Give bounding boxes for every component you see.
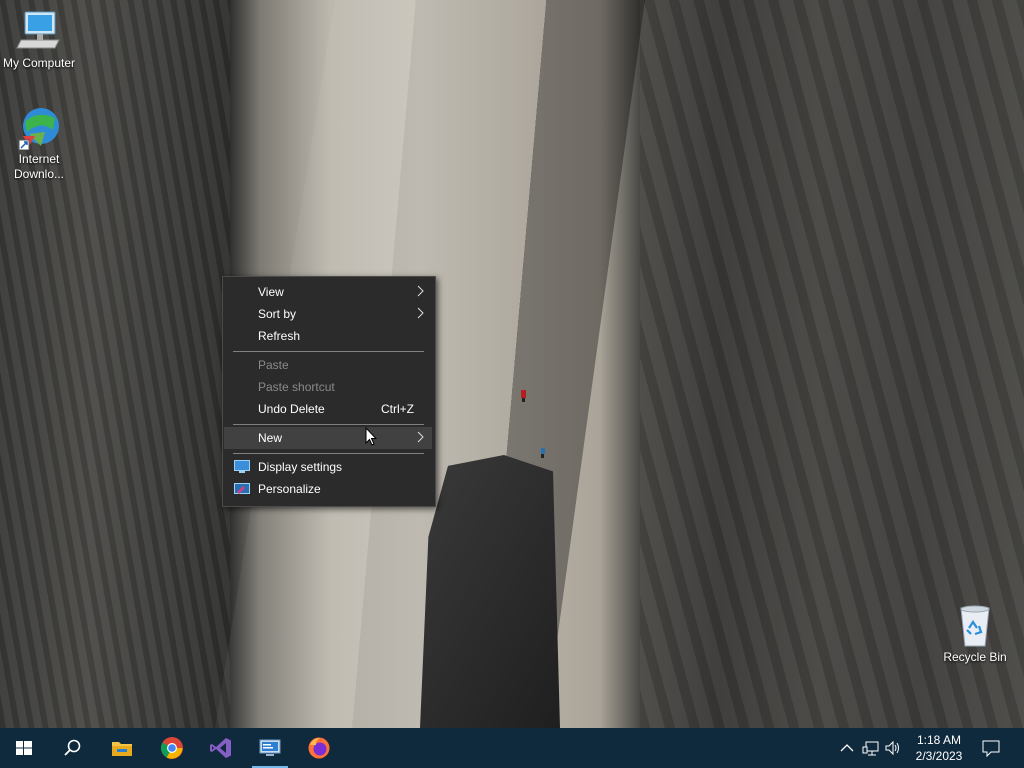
chrome-icon: [161, 737, 183, 759]
volume-icon[interactable]: [884, 738, 902, 758]
desktop-icon-label: My Computer: [2, 56, 76, 70]
chevron-right-icon: [417, 285, 424, 297]
wallpaper-climber: [521, 390, 526, 402]
desktop-context-menu: View Sort by Refresh Paste Paste shortcu…: [222, 276, 436, 507]
file-explorer-icon: [112, 742, 132, 756]
menu-item-personalize[interactable]: Personalize: [224, 478, 432, 500]
menu-item-sort-by[interactable]: Sort by: [224, 303, 432, 325]
visual-studio-icon: [210, 738, 231, 758]
menu-item-display-settings[interactable]: Display settings: [224, 456, 432, 478]
desktop-icon-label: Internet Downlo...: [13, 152, 65, 181]
menu-item-label: Personalize: [258, 482, 321, 496]
taskbar-remote-desktop[interactable]: [246, 728, 294, 768]
start-icon: [16, 741, 32, 755]
recycle-bin-icon: [951, 604, 999, 648]
desktop-icon-recycle-bin[interactable]: Recycle Bin: [936, 604, 1014, 665]
wallpaper-climber: [541, 448, 545, 458]
menu-item-undo-delete[interactable]: Undo Delete Ctrl+Z: [224, 398, 432, 420]
taskbar-chrome[interactable]: [148, 728, 196, 768]
wallpaper-dark-boulder: [420, 455, 560, 728]
display-settings-icon: [234, 460, 250, 473]
menu-item-new[interactable]: New: [224, 427, 432, 449]
menu-item-label: Refresh: [258, 329, 301, 343]
network-icon[interactable]: [862, 738, 880, 758]
menu-item-label: Paste: [258, 358, 289, 372]
menu-item-view[interactable]: View: [224, 281, 432, 303]
chevron-right-icon: [417, 307, 424, 319]
taskbar-firefox[interactable]: [295, 728, 343, 768]
clock-date: 2/3/2023: [915, 749, 963, 763]
menu-item-label: Display settings: [258, 460, 343, 474]
idm-globe-icon: [15, 106, 63, 151]
taskbar-visual-studio[interactable]: [197, 728, 245, 768]
menu-item-label: Paste shortcut: [258, 380, 335, 394]
start-button[interactable]: [0, 728, 48, 768]
menu-item-label: New: [258, 431, 283, 445]
taskbar: 1:18 AM 2/3/2023: [0, 728, 1024, 768]
desktop-wallpaper[interactable]: [0, 0, 1024, 728]
mouse-cursor-icon: [365, 427, 377, 446]
notification-icon[interactable]: [982, 738, 1000, 758]
taskbar-file-explorer[interactable]: [98, 728, 146, 768]
search-button[interactable]: [48, 728, 96, 768]
menu-separator: [233, 351, 424, 352]
remote-desktop-icon: [259, 739, 281, 756]
chevron-up-icon[interactable]: [838, 738, 856, 758]
computer-icon: [15, 10, 63, 54]
menu-item-paste[interactable]: Paste: [224, 354, 432, 376]
desktop-icon-label: Recycle Bin: [943, 650, 1007, 664]
menu-separator: [233, 424, 424, 425]
desktop-icon-my-computer[interactable]: My Computer: [0, 10, 78, 71]
menu-item-label: View: [258, 285, 284, 299]
personalize-icon: [234, 483, 250, 494]
firefox-icon: [308, 737, 330, 759]
menu-item-label: Undo Delete: [258, 402, 325, 416]
clock-time: 1:18 AM: [916, 733, 962, 747]
menu-item-refresh[interactable]: Refresh: [224, 325, 432, 347]
menu-item-paste-shortcut[interactable]: Paste shortcut: [224, 376, 432, 398]
search-icon: [64, 739, 81, 756]
menu-separator: [233, 453, 424, 454]
menu-item-label: Sort by: [258, 307, 297, 321]
chevron-right-icon: [417, 431, 424, 443]
menu-item-shortcut: Ctrl+Z: [381, 402, 414, 416]
taskbar-clock[interactable]: 1:18 AM 2/3/2023: [906, 732, 972, 764]
desktop-icon-internet-download-manager[interactable]: Internet Downlo...: [0, 106, 78, 182]
